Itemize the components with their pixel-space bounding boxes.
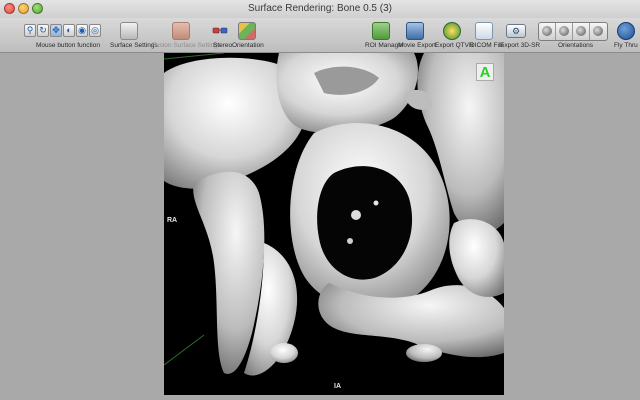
window-level-tool-icon[interactable]: ◐	[63, 24, 75, 37]
rotate-tool-icon[interactable]: ↻	[37, 24, 49, 37]
window-title: Surface Rendering: Bone 0.5 (3)	[248, 3, 392, 14]
zoom-tool-icon[interactable]: ⚲	[24, 24, 36, 37]
orientation-label[interactable]: Orientation	[232, 42, 264, 49]
surface-settings-label[interactable]: Surface Settings	[110, 42, 158, 49]
surface-settings-icon[interactable]	[120, 22, 138, 40]
bottom-orientation-label: IA	[334, 383, 341, 390]
export-3dsr-icon[interactable]: ⚙	[506, 24, 526, 38]
bone-surface-render	[164, 53, 504, 395]
3d-render-viewport[interactable]: A RA IA	[164, 53, 504, 395]
fly-thru-icon[interactable]	[617, 22, 635, 40]
orientation-oblique-icon[interactable]	[590, 23, 607, 40]
title-bar: Surface Rendering: Bone 0.5 (3)	[0, 0, 640, 19]
fusion-surface-settings-label[interactable]: Fusion Surface Settings	[152, 42, 221, 49]
stereo-glasses-icon[interactable]	[212, 26, 228, 36]
roi-manager-icon[interactable]	[372, 22, 390, 40]
dicom-file-icon[interactable]	[475, 22, 493, 40]
stereo-label[interactable]: Stereo	[213, 42, 232, 49]
orientation-axial-icon[interactable]	[539, 23, 556, 40]
fusion-surface-settings-icon[interactable]	[172, 22, 190, 40]
orientations-group	[538, 22, 608, 41]
fly-thru-label[interactable]: Fly Thru	[614, 42, 638, 49]
orientation-coronal-icon[interactable]	[556, 23, 573, 40]
left-orientation-label: RA	[167, 217, 178, 224]
export-3dsr-label[interactable]: Export 3D-SR	[500, 42, 540, 49]
anterior-orientation-badge: A	[476, 63, 494, 81]
mouse-function-group: ⚲ ↻ ✥ ◐ ◉ ◎	[24, 24, 101, 37]
toolbar: ⚲ ↻ ✥ ◐ ◉ ◎ Mouse button function Surfac…	[0, 18, 640, 53]
crop-tool-icon[interactable]: ◉	[76, 24, 88, 37]
orientation-sagittal-icon[interactable]	[573, 23, 590, 40]
app-window: Surface Rendering: Bone 0.5 (3) ⚲ ↻ ✥ ◐ …	[0, 0, 640, 400]
orientations-label: Orientations	[558, 42, 594, 49]
movie-export-label[interactable]: Movie Export	[398, 42, 436, 49]
movie-export-icon[interactable]	[406, 22, 424, 40]
mouse-function-label: Mouse button function	[36, 42, 100, 49]
dicom-file-label[interactable]: DICOM File	[470, 42, 504, 49]
export-qtvr-label[interactable]: Export QTVR	[435, 42, 474, 49]
target-tool-icon[interactable]: ◎	[89, 24, 101, 37]
move-tool-icon[interactable]: ✥	[50, 24, 62, 37]
export-qtvr-icon[interactable]	[443, 22, 461, 40]
orientation-cube-icon[interactable]	[238, 22, 256, 40]
